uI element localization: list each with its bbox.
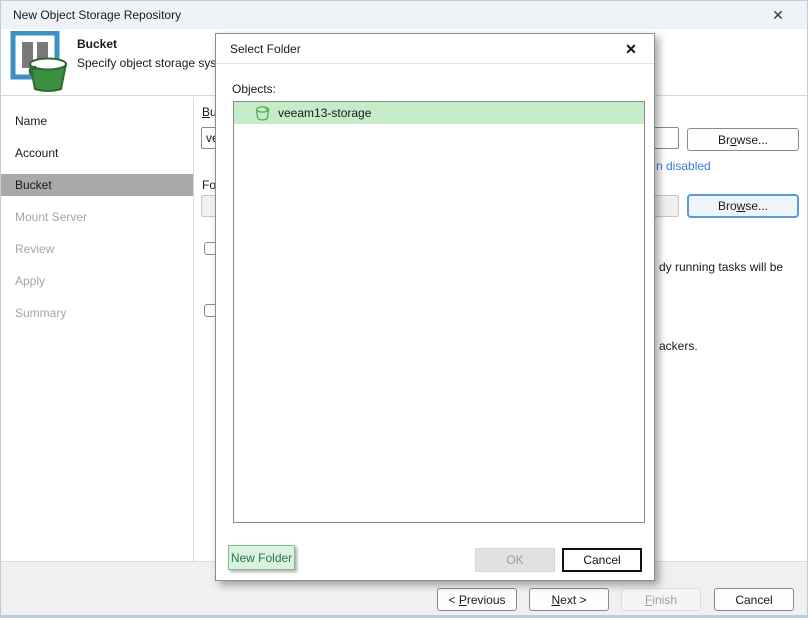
wizard-steps-sidebar: Name Account Bucket Mount Server Review … xyxy=(1,97,194,561)
objects-listbox[interactable]: veeam13-storage xyxy=(233,101,645,523)
sidebar-item-name[interactable]: Name xyxy=(1,105,193,137)
browse-folder-button[interactable]: Browse... xyxy=(687,194,799,218)
dialog-close-icon[interactable]: ✕ xyxy=(620,34,642,64)
cancel-button[interactable]: Cancel xyxy=(714,588,794,611)
step-subtitle: Specify object storage system xyxy=(77,56,236,70)
wizard-window: New Object Storage Repository ✕ Bucket S… xyxy=(0,0,808,618)
step-title: Bucket xyxy=(77,37,117,51)
sidebar-item-summary: Summary xyxy=(1,297,193,329)
versioning-link[interactable]: n disabled xyxy=(656,159,711,173)
tasks-text-fragment: dy running tasks will be xyxy=(659,260,783,274)
attackers-text-fragment: ackers. xyxy=(659,339,698,353)
dialog-title-bar: Select Folder ✕ xyxy=(216,34,654,64)
objects-label: Objects: xyxy=(232,82,276,96)
bucket-outline-icon xyxy=(254,105,271,122)
title-bar: New Object Storage Repository ✕ xyxy=(1,1,807,29)
sidebar-item-review: Review xyxy=(1,233,193,265)
window-title: New Object Storage Repository xyxy=(13,8,181,22)
sidebar-item-mount-server: Mount Server xyxy=(1,201,193,233)
browse-bucket-button[interactable]: Browse... xyxy=(687,128,799,151)
sidebar-item-account[interactable]: Account xyxy=(1,137,193,169)
bucket-storage-icon xyxy=(10,31,70,96)
ok-button: OK xyxy=(475,548,555,572)
window-close-icon[interactable]: ✕ xyxy=(763,1,793,29)
select-folder-dialog: Select Folder ✕ Objects: veeam13-storage… xyxy=(215,33,655,581)
new-folder-button[interactable]: New Folder xyxy=(228,545,295,570)
sidebar-item-bucket[interactable]: Bucket xyxy=(1,174,193,196)
list-item-bucket[interactable]: veeam13-storage xyxy=(234,102,644,124)
sidebar-item-apply: Apply xyxy=(1,265,193,297)
list-item-label: veeam13-storage xyxy=(278,106,371,120)
dialog-title: Select Folder xyxy=(230,42,301,56)
next-button[interactable]: Next > xyxy=(529,588,609,611)
dialog-cancel-button[interactable]: Cancel xyxy=(562,548,642,572)
finish-button: Finish xyxy=(621,588,701,611)
previous-button[interactable]: < Previous xyxy=(437,588,517,611)
